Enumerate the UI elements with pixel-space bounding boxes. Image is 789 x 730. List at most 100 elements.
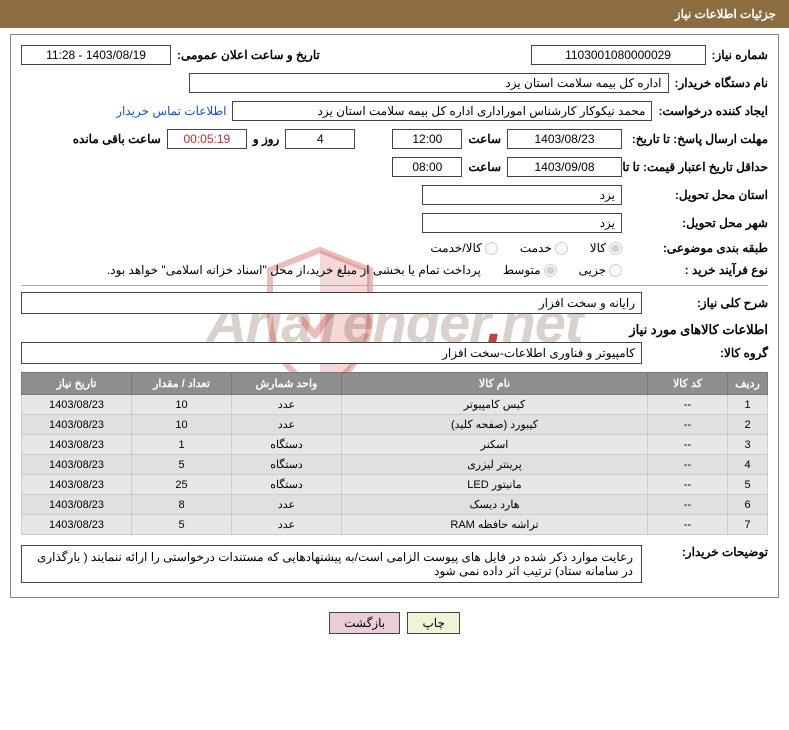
link-buyer-contact[interactable]: اطلاعات تماس خریدار	[116, 104, 226, 118]
panel-header: جزئیات اطلاعات نیاز	[0, 0, 789, 28]
label-hour2: ساعت	[468, 160, 501, 174]
table-cell: 5	[132, 455, 232, 475]
table-cell: 10	[132, 395, 232, 415]
table-cell: 1403/08/23	[22, 515, 132, 535]
details-frame: شماره نیاز: 1103001080000029 تاریخ و ساع…	[10, 34, 779, 598]
field-delivery-province: یزد	[422, 185, 622, 205]
table-cell: --	[648, 435, 728, 455]
table-cell: --	[648, 475, 728, 495]
table-cell: 1403/08/23	[22, 475, 132, 495]
table-cell: کیس کامپیوتر	[342, 395, 648, 415]
label-days-and: روز و	[253, 132, 280, 146]
table-row: 6--هارد دیسکعدد81403/08/23	[22, 495, 768, 515]
table-cell: 1403/08/23	[22, 495, 132, 515]
radio-minor[interactable]: جزیی	[579, 263, 622, 277]
table-cell: --	[648, 455, 728, 475]
label-buyer-notes: توضیحات خریدار:	[648, 545, 768, 559]
table-cell: عدد	[232, 395, 342, 415]
section-title-goods: اطلاعات کالاهای مورد نیاز	[21, 322, 768, 338]
label-requester: ایجاد کننده درخواست:	[658, 104, 768, 118]
label-price-validity: حداقل تاریخ اعتبار قیمت: تا تاریخ:	[628, 160, 768, 174]
table-cell: --	[648, 495, 728, 515]
field-price-date: 1403/09/08	[507, 157, 622, 177]
table-row: 4--پرینتر لیزریدستگاه51403/08/23	[22, 455, 768, 475]
field-time-remaining: 00:05:19	[167, 129, 247, 149]
field-price-time: 08:00	[392, 157, 462, 177]
label-payment-note: پرداخت تمام یا بخشی از مبلغ خرید،از محل …	[107, 263, 481, 277]
table-cell: عدد	[232, 415, 342, 435]
label-subject-class: طبقه بندی موضوعی:	[628, 241, 768, 255]
table-row: 7--تراشه حافظه RAMعدد51403/08/23	[22, 515, 768, 535]
table-cell: 1403/08/23	[22, 435, 132, 455]
table-cell: 3	[728, 435, 768, 455]
label-delivery-province: استان محل تحویل:	[628, 188, 768, 202]
print-button[interactable]: چاپ	[407, 612, 459, 634]
table-cell: اسکنر	[342, 435, 648, 455]
table-cell: --	[648, 395, 728, 415]
table-cell: 1403/08/23	[22, 455, 132, 475]
table-cell: دستگاه	[232, 475, 342, 495]
goods-table: ردیف کد کالا نام کالا واحد شمارش تعداد /…	[21, 372, 768, 535]
field-general-desc: رایانه و سخت افزار	[21, 292, 642, 314]
table-cell: 4	[728, 455, 768, 475]
table-cell: 1	[728, 395, 768, 415]
table-cell: تراشه حافظه RAM	[342, 515, 648, 535]
label-general-desc: شرح کلی نیاز:	[648, 296, 768, 310]
th-code: کد کالا	[648, 373, 728, 395]
label-goods-group: گروه کالا:	[648, 346, 768, 360]
radio-goods[interactable]: کالا	[590, 241, 622, 255]
field-announce-datetime: 1403/08/19 - 11:28	[21, 45, 171, 65]
table-cell: 8	[132, 495, 232, 515]
field-delivery-city: یزد	[422, 213, 622, 233]
table-row: 1--کیس کامپیوترعدد101403/08/23	[22, 395, 768, 415]
table-cell: کیبورد (صفحه کلید)	[342, 415, 648, 435]
th-date: تاریخ نیاز	[22, 373, 132, 395]
th-unit: واحد شمارش	[232, 373, 342, 395]
field-buyer-notes: رعایت موارد ذکر شده در فایل های پیوست ال…	[21, 545, 642, 583]
action-bar: چاپ بازگشت	[0, 612, 789, 634]
field-buyer-org: اداره کل بیمه سلامت استان یزد	[189, 73, 669, 93]
table-cell: --	[648, 515, 728, 535]
table-cell: 5	[132, 515, 232, 535]
th-name: نام کالا	[342, 373, 648, 395]
table-cell: دستگاه	[232, 455, 342, 475]
label-delivery-city: شهر محل تحویل:	[628, 216, 768, 230]
table-cell: پرینتر لیزری	[342, 455, 648, 475]
field-days-remaining: 4	[285, 129, 355, 149]
table-cell: 2	[728, 415, 768, 435]
label-remaining: ساعت باقی مانده	[73, 132, 161, 146]
label-response-deadline: مهلت ارسال پاسخ: تا تاریخ:	[628, 132, 768, 146]
label-purchase-process: نوع فرآیند خرید :	[628, 263, 768, 277]
field-response-date: 1403/08/23	[507, 129, 622, 149]
field-goods-group: کامپیوتر و فناوری اطلاعات-سخت افزار	[21, 342, 642, 364]
table-row: 3--اسکنردستگاه11403/08/23	[22, 435, 768, 455]
table-cell: 6	[728, 495, 768, 515]
table-cell: 7	[728, 515, 768, 535]
table-cell: عدد	[232, 495, 342, 515]
table-cell: 5	[728, 475, 768, 495]
table-cell: هارد دیسک	[342, 495, 648, 515]
table-cell: مانیتور LED	[342, 475, 648, 495]
table-cell: 1403/08/23	[22, 395, 132, 415]
field-need-number: 1103001080000029	[531, 45, 706, 65]
back-button[interactable]: بازگشت	[329, 612, 400, 634]
table-cell: 10	[132, 415, 232, 435]
table-cell: عدد	[232, 515, 342, 535]
table-cell: 1403/08/23	[22, 415, 132, 435]
radio-goods-service[interactable]: کالا/خدمت	[430, 241, 497, 255]
table-row: 2--کیبورد (صفحه کلید)عدد101403/08/23	[22, 415, 768, 435]
label-need-number: شماره نیاز:	[712, 48, 768, 62]
radio-service[interactable]: خدمت	[520, 241, 568, 255]
label-buyer-org: نام دستگاه خریدار:	[675, 76, 769, 90]
label-hour1: ساعت	[468, 132, 501, 146]
th-row: ردیف	[728, 373, 768, 395]
table-row: 5--مانیتور LEDدستگاه251403/08/23	[22, 475, 768, 495]
field-response-time: 12:00	[392, 129, 462, 149]
table-cell: دستگاه	[232, 435, 342, 455]
table-cell: --	[648, 415, 728, 435]
table-cell: 1	[132, 435, 232, 455]
label-announce-datetime: تاریخ و ساعت اعلان عمومی:	[177, 48, 320, 62]
radio-medium[interactable]: متوسط	[503, 263, 557, 277]
th-qty: تعداد / مقدار	[132, 373, 232, 395]
table-cell: 25	[132, 475, 232, 495]
